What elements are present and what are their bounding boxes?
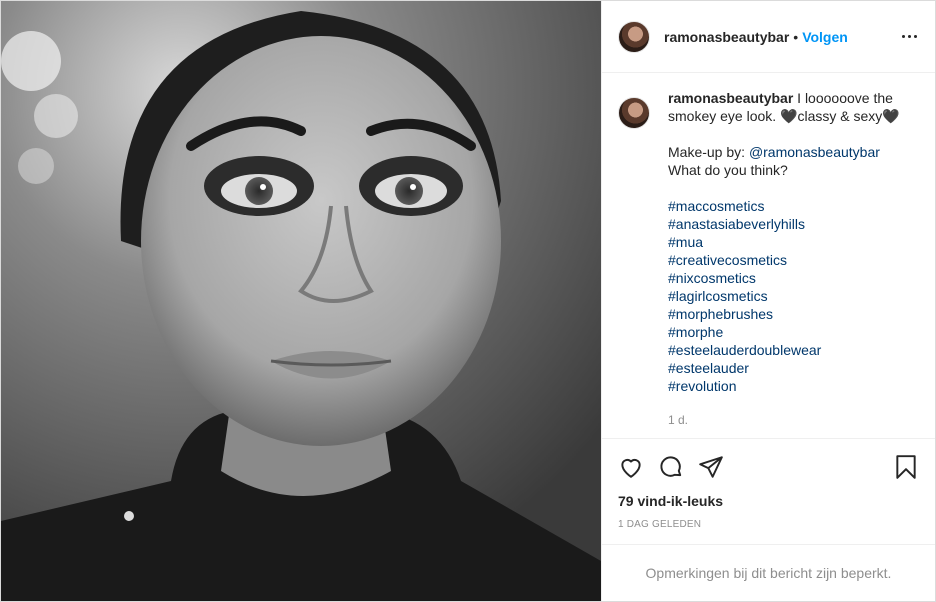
hashtag-link[interactable]: #lagirlcosmetics — [668, 287, 919, 305]
post-photo[interactable] — [1, 1, 601, 601]
caption-avatar[interactable] — [618, 97, 650, 129]
instagram-post: ramonasbeautybar • Volgen ramonasbeautyb… — [0, 0, 936, 602]
makeup-by-label: Make-up by: — [668, 144, 749, 160]
hashtag-link[interactable]: #mua — [668, 233, 919, 251]
hashtag-link[interactable]: #morphe — [668, 323, 919, 341]
caption: ramonasbeautybar I loooooove the smokey … — [618, 89, 919, 429]
caption-question: What do you think? — [668, 162, 788, 178]
actions-area: 79 vind-ik-leuks 1 DAG GELEDEN — [602, 438, 935, 544]
comments-section: ramonasbeautybar I loooooove the smokey … — [602, 73, 935, 438]
hashtag-link[interactable]: #maccosmetics — [668, 197, 919, 215]
avatar[interactable] — [618, 20, 650, 53]
comment-icon[interactable] — [658, 454, 684, 480]
post-sidebar: ramonasbeautybar • Volgen ramonasbeautyb… — [601, 1, 935, 601]
likes-count[interactable]: 79 vind-ik-leuks — [618, 493, 919, 509]
caption-username-link[interactable]: ramonasbeautybar — [668, 90, 793, 106]
hashtag-link[interactable]: #revolution — [668, 377, 919, 395]
mention-link[interactable]: @ramonasbeautybar — [749, 144, 880, 160]
makeup-credit: Make-up by: @ramonasbeautybar — [668, 143, 919, 161]
hashtag-link[interactable]: #esteelauderdoublewear — [668, 341, 919, 359]
separator-dot: • — [793, 28, 799, 45]
hashtag-link[interactable]: #creativecosmetics — [668, 251, 919, 269]
comment-timestamp[interactable]: 1 d. — [668, 411, 919, 429]
more-options-icon[interactable] — [899, 35, 919, 38]
post-header: ramonasbeautybar • Volgen — [602, 1, 935, 73]
bookmark-icon[interactable] — [893, 454, 919, 480]
post-timestamp[interactable]: 1 DAG GELEDEN — [618, 519, 919, 530]
hashtag-link[interactable]: #anastasiabeverlyhills — [668, 215, 919, 233]
hashtag-link[interactable]: #morphebrushes — [668, 305, 919, 323]
heart-icon[interactable] — [618, 454, 644, 480]
hashtag-link[interactable]: #esteelauder — [668, 359, 919, 377]
caption-first-line: ramonasbeautybar I loooooove the smokey … — [668, 89, 919, 125]
hashtag-list: #maccosmetics #anastasiabeverlyhills #mu… — [668, 197, 919, 395]
comments-limited-notice: Opmerkingen bij dit bericht zijn beperkt… — [602, 544, 935, 601]
portrait-image — [1, 1, 601, 601]
hashtag-link[interactable]: #nixcosmetics — [668, 269, 919, 287]
paper-plane-icon[interactable] — [698, 454, 724, 480]
username-link[interactable]: ramonasbeautybar — [664, 29, 789, 45]
action-bar — [618, 439, 919, 491]
caption-body: ramonasbeautybar I loooooove the smokey … — [668, 89, 919, 429]
follow-button[interactable]: Volgen — [802, 29, 848, 45]
